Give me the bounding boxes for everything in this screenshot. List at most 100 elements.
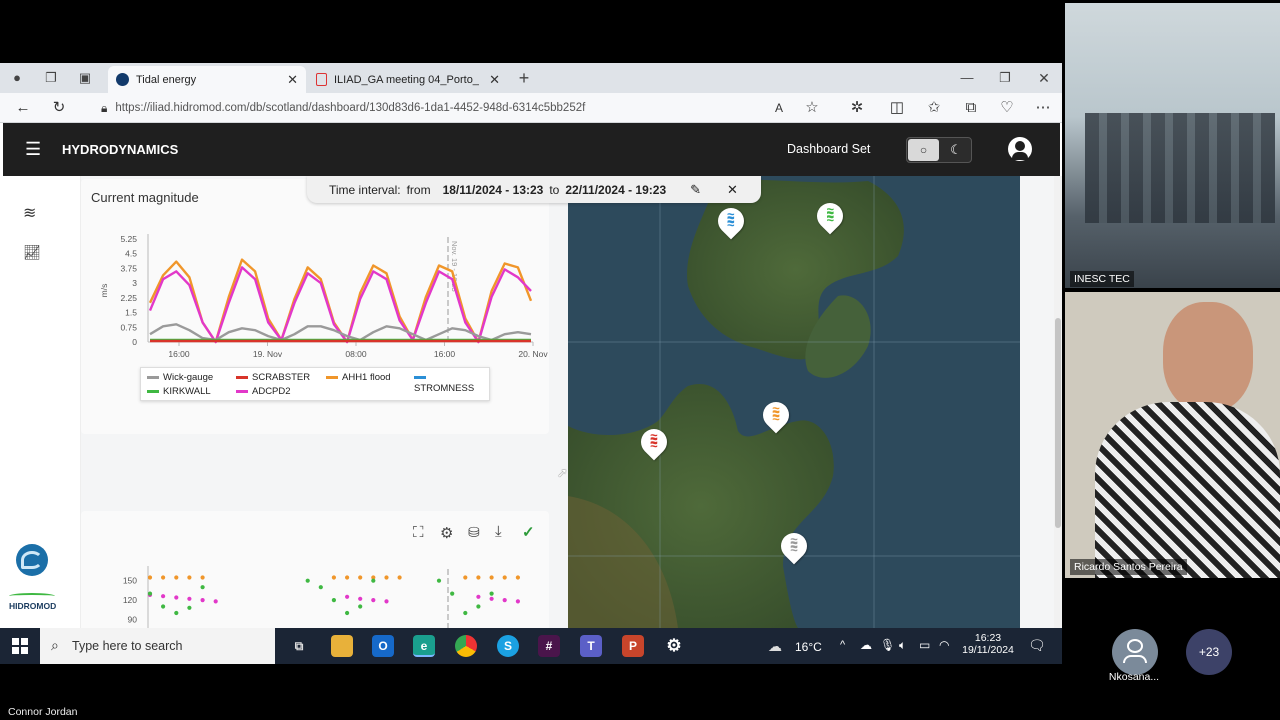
edit-interval-icon[interactable]: ✎ bbox=[690, 182, 701, 198]
favorites-icon[interactable]: ✩ bbox=[925, 99, 943, 117]
checkmark-icon[interactable]: ✓ bbox=[522, 523, 535, 541]
onedrive-icon[interactable]: ☁ bbox=[860, 638, 872, 652]
windows-taskbar: ⌕ Type here to search ⧉ O e S # T P ⚙ ☁ … bbox=[0, 628, 1062, 664]
close-tab-icon[interactable]: ✕ bbox=[489, 72, 500, 88]
legend-item-kirkwall[interactable]: KIRKWALL bbox=[147, 386, 211, 397]
favorite-star-icon[interactable]: ☆ bbox=[803, 99, 821, 117]
from-label: from bbox=[406, 182, 431, 197]
volume-icon[interactable]: 🔈︎ bbox=[899, 638, 906, 653]
more-participants-count[interactable]: +23 bbox=[1186, 629, 1232, 675]
chart-icon[interactable]: 📈︎ bbox=[23, 244, 41, 261]
scatter-point-kirkwall bbox=[174, 610, 179, 616]
battery-icon[interactable]: ▭ bbox=[919, 638, 930, 652]
skype-icon[interactable]: S bbox=[497, 635, 519, 657]
scatter-point-kirkwall bbox=[200, 585, 205, 590]
refresh-icon[interactable]: ↻ bbox=[50, 99, 68, 117]
y-tick-label: 4.5 bbox=[125, 249, 137, 259]
close-tab-icon[interactable]: ✕ bbox=[287, 72, 298, 88]
database-icon[interactable]: ⛁ bbox=[468, 524, 480, 541]
scatter-point-kirkwall bbox=[371, 578, 376, 583]
more-menu-icon[interactable]: ⋯ bbox=[1034, 99, 1052, 117]
legend-item-ahh1-flood[interactable]: AHH1 flood bbox=[326, 372, 391, 383]
dashboard-set-button[interactable]: Dashboard Set bbox=[787, 142, 870, 156]
hamburger-menu-icon[interactable]: ☰ bbox=[25, 139, 41, 160]
browser-essentials-icon[interactable]: ♡ bbox=[998, 99, 1016, 117]
close-window-icon[interactable]: ✕ bbox=[1035, 69, 1053, 87]
teams-icon[interactable]: T bbox=[580, 635, 602, 657]
scatter-point-adcpd2 bbox=[345, 594, 350, 599]
fullscreen-icon[interactable]: ⛶ bbox=[413, 524, 424, 541]
speaker-video-tile[interactable]: Ricardo Santos Pereira bbox=[1065, 292, 1280, 578]
audience-seats bbox=[1085, 113, 1275, 223]
new-tab-icon[interactable]: + bbox=[515, 69, 533, 87]
outlook-icon[interactable]: O bbox=[372, 635, 394, 657]
light-mode-icon[interactable]: ○ bbox=[908, 139, 939, 161]
settings-app-icon[interactable]: ⚙ bbox=[663, 635, 685, 657]
task-view-icon[interactable]: ⧉ bbox=[288, 635, 310, 657]
address-bar: ← ↻ 🔒︎ https://iliad.hidromod.com/db/sco… bbox=[0, 93, 1062, 123]
extensions-icon[interactable]: ✲ bbox=[848, 99, 866, 117]
station-marker-icon[interactable]: ≈ ≈ ≈ bbox=[811, 197, 849, 237]
y-tick-label: 120 bbox=[123, 595, 137, 605]
clock[interactable]: 16:23 19/11/2024 bbox=[962, 632, 1014, 656]
tab-title: ILIAD_GA meeting 04_Porto_19-2 bbox=[334, 73, 479, 86]
legend-item-wick-gauge[interactable]: Wick-gauge bbox=[147, 372, 213, 383]
temperature[interactable]: 16°C bbox=[795, 640, 822, 654]
room-video-tile[interactable]: INESC TEC bbox=[1065, 3, 1280, 288]
app-header: ☰ HYDRODYNAMICS Dashboard Set ○ ☾ bbox=[3, 123, 1060, 176]
tray-chevron-icon[interactable]: ^ bbox=[840, 639, 845, 651]
url-text: https://iliad.hidromod.com/db/scotland/d… bbox=[115, 102, 586, 114]
tab-iliad-meeting[interactable]: ILIAD_GA meeting 04_Porto_19-2 ✕ bbox=[308, 66, 508, 93]
scatter-point-ahh1-flood bbox=[463, 575, 468, 580]
settings-gear-icon[interactable]: ⚙ bbox=[440, 524, 453, 542]
powerpoint-icon[interactable]: P bbox=[622, 635, 644, 657]
scatter-point-adcpd2 bbox=[161, 594, 166, 599]
map-view[interactable]: ≈ ≈ ≈ ≈ ≈ ≈ ≈ ≈ ≈ ≈ ≈ ≈ ≈ ≈ ≈ bbox=[568, 176, 1020, 628]
back-icon[interactable]: ← bbox=[14, 99, 32, 117]
station-marker-icon[interactable]: ≈ ≈ ≈ bbox=[635, 423, 673, 463]
side-navigation: ≋ 📈︎ HIDROMOD bbox=[3, 176, 81, 628]
split-screen-icon[interactable]: ◫ bbox=[888, 99, 906, 117]
file-explorer-icon[interactable] bbox=[331, 635, 353, 657]
user-avatar-icon[interactable] bbox=[1008, 137, 1032, 161]
station-marker-icon[interactable]: ≈ ≈ ≈ bbox=[757, 396, 795, 436]
station-marker-icon[interactable]: ≈ ≈ ≈ bbox=[775, 527, 813, 567]
notifications-icon[interactable]: 🗨︎ bbox=[1028, 637, 1046, 654]
wifi-icon[interactable]: ◠ bbox=[939, 638, 949, 652]
waves-icon[interactable]: ≋ bbox=[23, 203, 36, 223]
time-to-value[interactable]: 22/11/2024 - 19:23 bbox=[565, 183, 666, 197]
tab-actions-icon[interactable]: ▣ bbox=[76, 69, 94, 87]
theme-toggle[interactable]: ○ ☾ bbox=[906, 137, 972, 163]
minimize-icon[interactable]: — bbox=[958, 69, 976, 87]
y-tick-label: 3 bbox=[132, 278, 137, 288]
workspaces-icon[interactable]: ❐ bbox=[42, 69, 60, 87]
url-field[interactable]: 🔒︎ https://iliad.hidromod.com/db/scotlan… bbox=[95, 96, 855, 120]
scatter-point-ahh1-flood bbox=[476, 575, 481, 580]
tab-bar: ● ❐ ▣ Tidal energy ✕ ILIAD_GA meeting 04… bbox=[0, 63, 1062, 93]
collections-icon[interactable]: ⧉ bbox=[962, 99, 980, 117]
scrollbar-thumb[interactable] bbox=[1055, 318, 1061, 528]
dark-mode-icon[interactable]: ☾ bbox=[942, 139, 970, 161]
edge-icon[interactable]: e bbox=[413, 635, 435, 657]
read-aloud-icon[interactable]: A bbox=[770, 99, 788, 117]
restore-icon[interactable]: ❐ bbox=[996, 69, 1014, 87]
close-interval-icon[interactable]: ✕ bbox=[727, 182, 738, 198]
y-tick-label: 150 bbox=[123, 576, 137, 586]
windows-start-icon[interactable] bbox=[12, 638, 28, 654]
microphone-icon[interactable]: 🎙︎ bbox=[880, 638, 895, 652]
legend-item-stromness[interactable]: STROMNESS bbox=[414, 372, 489, 394]
station-marker-icon[interactable]: ≈ ≈ ≈ bbox=[712, 202, 750, 242]
profile-icon[interactable]: ● bbox=[8, 69, 26, 87]
legend-item-adcpd2[interactable]: ADCPD2 bbox=[236, 386, 291, 397]
scatter-point-ahh1-flood bbox=[187, 575, 192, 580]
pdf-icon bbox=[316, 73, 327, 86]
slack-icon[interactable]: # bbox=[538, 635, 560, 657]
taskbar-search-box[interactable]: ⌕ Type here to search bbox=[40, 628, 275, 664]
tab-tidal-energy[interactable]: Tidal energy ✕ bbox=[108, 66, 306, 93]
participant-avatar[interactable] bbox=[1112, 629, 1158, 675]
x-tick-label: 19. Nov bbox=[253, 349, 283, 359]
time-from-value[interactable]: 18/11/2024 - 13:23 bbox=[443, 183, 544, 197]
chrome-icon[interactable] bbox=[455, 635, 477, 657]
download-icon[interactable]: ⤓ bbox=[495, 523, 502, 540]
legend-item-scrabster[interactable]: SCRABSTER bbox=[236, 372, 310, 383]
